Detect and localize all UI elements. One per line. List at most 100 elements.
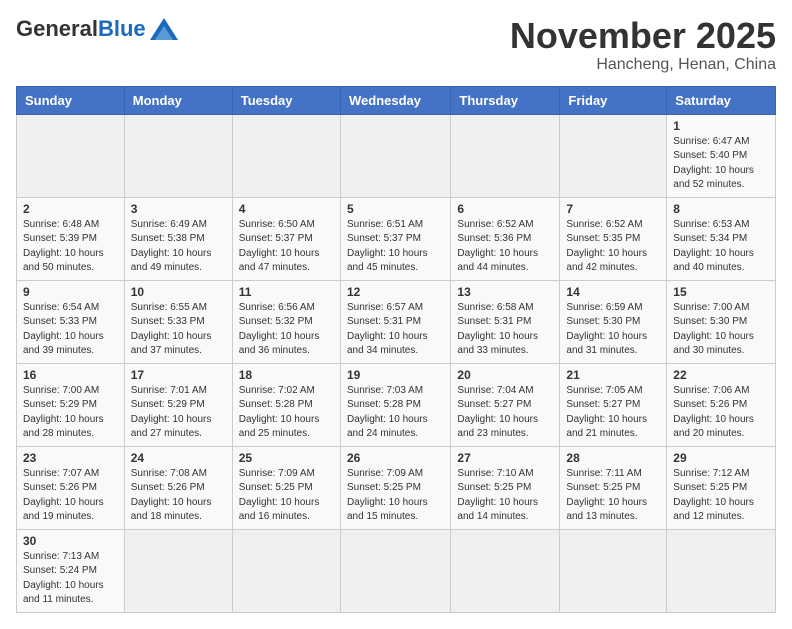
weekday-header-wednesday: Wednesday — [340, 86, 450, 114]
day-info: Sunrise: 6:56 AMSunset: 5:32 PMDaylight:… — [239, 301, 334, 359]
day-info: Sunrise: 7:04 AMSunset: 5:27 PMDaylight:… — [457, 384, 553, 442]
calendar-cell: 29Sunrise: 7:12 AMSunset: 5:25 PMDayligh… — [667, 446, 776, 529]
day-info: Sunrise: 6:52 AMSunset: 5:35 PMDaylight:… — [566, 218, 660, 276]
page-header: General Blue November 2025 Hancheng, Hen… — [16, 16, 776, 74]
calendar-cell — [232, 529, 340, 612]
calendar-week-5: 23Sunrise: 7:07 AMSunset: 5:26 PMDayligh… — [17, 446, 776, 529]
day-info: Sunrise: 6:54 AMSunset: 5:33 PMDaylight:… — [23, 301, 118, 359]
calendar-cell: 22 Sunrise: 7:06 AMSunset: 5:26 PMDayligh… — [667, 363, 776, 446]
day-number: 2 — [23, 202, 118, 216]
calendar-week-3: 9 Sunrise: 6:54 AMSunset: 5:33 PMDaylight… — [17, 280, 776, 363]
day-info: Sunrise: 6:48 AMSunset: 5:39 PMDaylight:… — [23, 218, 118, 276]
calendar-cell: 20Sunrise: 7:04 AMSunset: 5:27 PMDayligh… — [451, 363, 560, 446]
calendar-cell: 2 Sunrise: 6:48 AMSunset: 5:39 PMDaylight… — [17, 197, 125, 280]
day-number: 24 — [131, 451, 226, 465]
calendar-cell: 6 Sunrise: 6:52 AMSunset: 5:36 PMDaylight… — [451, 197, 560, 280]
day-number: 5 — [347, 202, 444, 216]
day-number: 3 — [131, 202, 226, 216]
calendar-cell — [560, 529, 667, 612]
day-number: 30 — [23, 534, 118, 548]
day-number: 6 — [457, 202, 553, 216]
day-info: Sunrise: 6:58 AMSunset: 5:31 PMDaylight:… — [457, 301, 553, 359]
day-number: 1 — [673, 119, 769, 133]
calendar-cell: 23Sunrise: 7:07 AMSunset: 5:26 PMDayligh… — [17, 446, 125, 529]
calendar-cell: 18Sunrise: 7:02 AMSunset: 5:28 PMDayligh… — [232, 363, 340, 446]
day-info: Sunrise: 7:00 AMSunset: 5:30 PMDaylight:… — [673, 301, 769, 359]
calendar-cell: 10Sunrise: 6:55 AMSunset: 5:33 PMDayligh… — [124, 280, 232, 363]
calendar-cell: 12Sunrise: 6:57 AMSunset: 5:31 PMDayligh… — [340, 280, 450, 363]
weekday-header-sunday: Sunday — [17, 86, 125, 114]
day-info: Sunrise: 6:50 AMSunset: 5:37 PMDaylight:… — [239, 218, 334, 276]
weekday-header-saturday: Saturday — [667, 86, 776, 114]
calendar-cell — [451, 114, 560, 197]
day-number: 27 — [457, 451, 553, 465]
calendar-cell — [560, 114, 667, 197]
day-info: Sunrise: 6:59 AMSunset: 5:30 PMDaylight:… — [566, 301, 660, 359]
day-number: 11 — [239, 285, 334, 299]
calendar-cell: 17Sunrise: 7:01 AMSunset: 5:29 PMDayligh… — [124, 363, 232, 446]
day-number: 22 — [673, 368, 769, 382]
day-info: Sunrise: 6:51 AMSunset: 5:37 PMDaylight:… — [347, 218, 444, 276]
calendar-cell: 1Sunrise: 6:47 AMSunset: 5:40 PMDaylight… — [667, 114, 776, 197]
calendar-cell: 19Sunrise: 7:03 AMSunset: 5:28 PMDayligh… — [340, 363, 450, 446]
day-info: Sunrise: 7:09 AMSunset: 5:25 PMDaylight:… — [239, 467, 334, 525]
calendar-cell: 11 Sunrise: 6:56 AMSunset: 5:32 PMDayligh… — [232, 280, 340, 363]
day-info: Sunrise: 6:52 AMSunset: 5:36 PMDaylight:… — [457, 218, 553, 276]
day-info: Sunrise: 7:06 AMSunset: 5:26 PMDaylight:… — [673, 384, 769, 442]
day-info: Sunrise: 6:55 AMSunset: 5:33 PMDaylight:… — [131, 301, 226, 359]
calendar-header: SundayMondayTuesdayWednesdayThursdayFrid… — [17, 86, 776, 114]
day-number: 14 — [566, 285, 660, 299]
day-number: 7 — [566, 202, 660, 216]
calendar-cell — [340, 114, 450, 197]
calendar-cell — [340, 529, 450, 612]
day-number: 21 — [566, 368, 660, 382]
day-info: Sunrise: 7:03 AMSunset: 5:28 PMDaylight:… — [347, 384, 444, 442]
day-number: 15 — [673, 285, 769, 299]
calendar-cell — [232, 114, 340, 197]
calendar-cell: 28Sunrise: 7:11 AMSunset: 5:25 PMDayligh… — [560, 446, 667, 529]
day-number: 13 — [457, 285, 553, 299]
calendar-week-2: 2 Sunrise: 6:48 AMSunset: 5:39 PMDaylight… — [17, 197, 776, 280]
day-number: 9 — [23, 285, 118, 299]
calendar-cell: 14 Sunrise: 6:59 AMSunset: 5:30 PMDayligh… — [560, 280, 667, 363]
calendar-cell — [451, 529, 560, 612]
calendar-body: 1Sunrise: 6:47 AMSunset: 5:40 PMDaylight… — [17, 114, 776, 612]
day-number: 28 — [566, 451, 660, 465]
day-info: Sunrise: 7:12 AMSunset: 5:25 PMDaylight:… — [673, 467, 769, 525]
day-info: Sunrise: 7:10 AMSunset: 5:25 PMDaylight:… — [457, 467, 553, 525]
calendar-cell: 3 Sunrise: 6:49 AMSunset: 5:38 PMDaylight… — [124, 197, 232, 280]
day-number: 18 — [239, 368, 334, 382]
calendar-cell: 7 Sunrise: 6:52 AMSunset: 5:35 PMDaylight… — [560, 197, 667, 280]
day-info: Sunrise: 6:49 AMSunset: 5:38 PMDaylight:… — [131, 218, 226, 276]
calendar-cell: 4 Sunrise: 6:50 AMSunset: 5:37 PMDaylight… — [232, 197, 340, 280]
day-number: 8 — [673, 202, 769, 216]
day-number: 25 — [239, 451, 334, 465]
location-title: Hancheng, Henan, China — [510, 56, 776, 74]
calendar-cell — [667, 529, 776, 612]
logo-blue-text: Blue — [98, 16, 146, 42]
day-info: Sunrise: 7:08 AMSunset: 5:26 PMDaylight:… — [131, 467, 226, 525]
calendar-cell: 16 Sunrise: 7:00 AMSunset: 5:29 PMDayligh… — [17, 363, 125, 446]
day-info: Sunrise: 7:05 AMSunset: 5:27 PMDaylight:… — [566, 384, 660, 442]
day-info: Sunrise: 7:00 AMSunset: 5:29 PMDaylight:… — [23, 384, 118, 442]
calendar-cell: 9 Sunrise: 6:54 AMSunset: 5:33 PMDaylight… — [17, 280, 125, 363]
day-info: Sunrise: 7:01 AMSunset: 5:29 PMDaylight:… — [131, 384, 226, 442]
calendar-cell: 24 Sunrise: 7:08 AMSunset: 5:26 PMDayligh… — [124, 446, 232, 529]
calendar-cell: 25 Sunrise: 7:09 AMSunset: 5:25 PMDayligh… — [232, 446, 340, 529]
calendar-cell: 27 Sunrise: 7:10 AMSunset: 5:25 PMDayligh… — [451, 446, 560, 529]
calendar-cell: 26Sunrise: 7:09 AMSunset: 5:25 PMDayligh… — [340, 446, 450, 529]
day-number: 16 — [23, 368, 118, 382]
calendar-cell: 30Sunrise: 7:13 AMSunset: 5:24 PMDayligh… — [17, 529, 125, 612]
calendar-cell — [17, 114, 125, 197]
calendar-week-4: 16 Sunrise: 7:00 AMSunset: 5:29 PMDayligh… — [17, 363, 776, 446]
calendar-cell: 13 Sunrise: 6:58 AMSunset: 5:31 PMDayligh… — [451, 280, 560, 363]
day-number: 4 — [239, 202, 334, 216]
calendar-week-1: 1Sunrise: 6:47 AMSunset: 5:40 PMDaylight… — [17, 114, 776, 197]
logo-general-text: General — [16, 16, 98, 42]
header-row: SundayMondayTuesdayWednesdayThursdayFrid… — [17, 86, 776, 114]
day-info: Sunrise: 7:07 AMSunset: 5:26 PMDaylight:… — [23, 467, 118, 525]
calendar-cell: 8Sunrise: 6:53 AMSunset: 5:34 PMDaylight… — [667, 197, 776, 280]
month-title: November 2025 — [510, 16, 776, 56]
day-number: 12 — [347, 285, 444, 299]
calendar-cell: 15 Sunrise: 7:00 AMSunset: 5:30 PMDayligh… — [667, 280, 776, 363]
